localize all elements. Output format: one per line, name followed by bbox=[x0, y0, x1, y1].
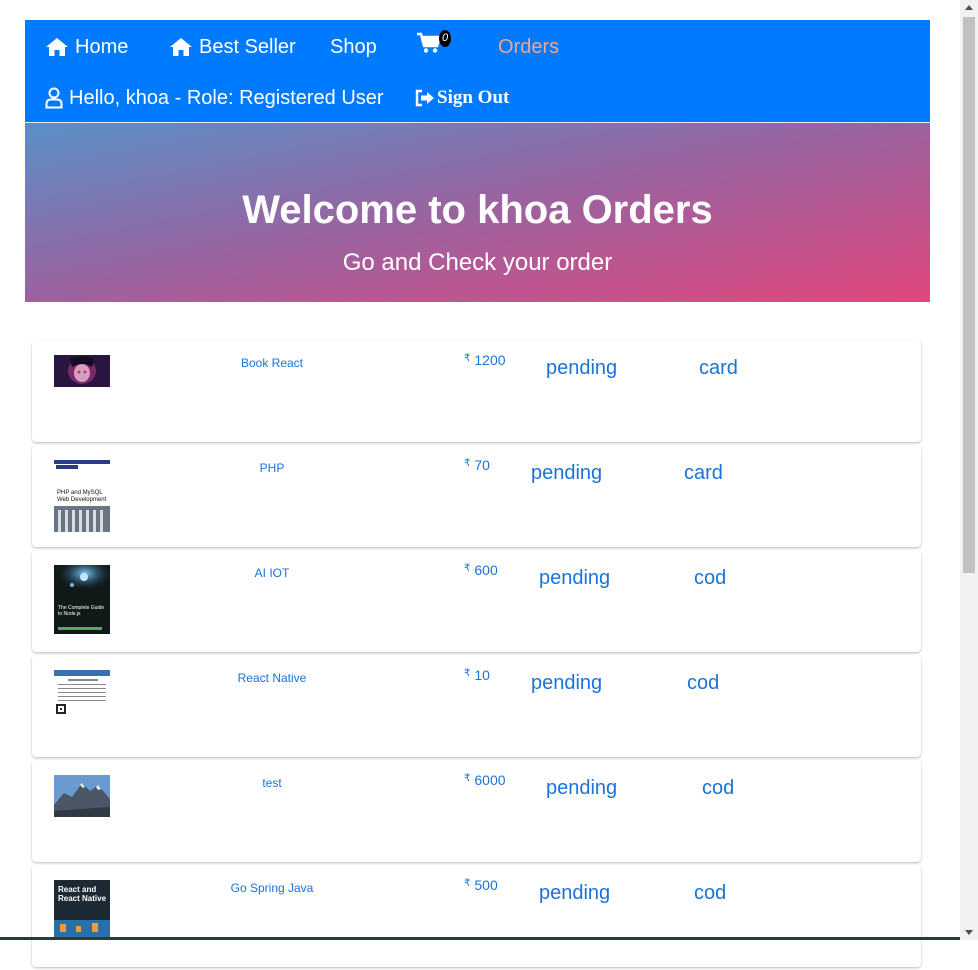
order-card: React Native ₹10 pending cod bbox=[32, 655, 921, 757]
svg-text:PHP and MySQL: PHP and MySQL bbox=[57, 490, 103, 496]
order-payment-method: cod bbox=[687, 672, 720, 694]
page: Home Best Seller Shop 0 Orders Hello, kh… bbox=[25, 20, 930, 302]
hero-subtitle: Go and Check your order bbox=[342, 249, 613, 276]
sign-out-label: Sign Out bbox=[437, 87, 510, 108]
order-status: pending bbox=[546, 357, 618, 379]
order-thumbnail bbox=[54, 775, 110, 817]
order-card: React and React Native Go Spring Java ₹50… bbox=[32, 865, 921, 967]
scrollbar-thumb[interactable] bbox=[963, 17, 975, 573]
nav-home-link[interactable]: Home bbox=[45, 33, 128, 61]
sign-out-icon bbox=[415, 89, 435, 107]
nav-best-seller-link[interactable]: Best Seller bbox=[169, 33, 296, 61]
user-icon bbox=[45, 87, 63, 109]
order-price: ₹1200 bbox=[464, 352, 506, 368]
order-title[interactable]: PHP bbox=[172, 461, 372, 475]
rupee-icon: ₹ bbox=[464, 458, 471, 469]
nav-orders-link[interactable]: Orders bbox=[498, 33, 559, 61]
vertical-scrollbar[interactable] bbox=[960, 0, 978, 940]
hero-banner: Welcome to khoa Orders Go and Check your… bbox=[25, 123, 930, 302]
user-greeting: Hello, khoa - Role: Registered User bbox=[45, 84, 384, 112]
home-icon bbox=[45, 37, 69, 57]
sign-out-link[interactable]: Sign Out bbox=[415, 84, 509, 112]
order-payment-method: cod bbox=[694, 882, 727, 904]
order-status: pending bbox=[546, 777, 618, 799]
order-title[interactable]: React Native bbox=[172, 671, 372, 685]
order-title[interactable]: Go Spring Java bbox=[172, 881, 372, 895]
order-thumbnail: React and React Native bbox=[54, 880, 110, 940]
rupee-icon: ₹ bbox=[464, 353, 471, 364]
order-title[interactable]: test bbox=[172, 776, 372, 790]
order-thumbnail bbox=[54, 670, 110, 717]
nav-cart-link[interactable]: 0 bbox=[417, 30, 451, 54]
order-status: pending bbox=[531, 462, 603, 484]
order-payment-method: card bbox=[684, 462, 723, 484]
order-card: The Complete Guide to Node.js AI IOT ₹600… bbox=[32, 550, 921, 652]
rupee-icon: ₹ bbox=[464, 563, 471, 574]
order-title[interactable]: Book React bbox=[172, 356, 372, 370]
order-thumbnail bbox=[54, 355, 110, 387]
order-price: ₹500 bbox=[464, 877, 498, 893]
scroll-up-icon[interactable] bbox=[965, 5, 973, 10]
order-status: pending bbox=[531, 672, 603, 694]
svg-text:Web Development: Web Development bbox=[57, 497, 107, 503]
order-card: PHP and MySQL Web Development PHP ₹70 pen… bbox=[32, 445, 921, 547]
nav-shop-label: Shop bbox=[330, 36, 377, 58]
scroll-down-icon[interactable] bbox=[965, 930, 973, 935]
user-greeting-text: Hello, khoa - Role: Registered User bbox=[69, 87, 384, 109]
orders-list: Book React ₹1200 pending card PHP and My… bbox=[32, 340, 921, 970]
order-price: ₹70 bbox=[464, 457, 490, 473]
order-price: ₹6000 bbox=[464, 772, 506, 788]
hero-title: Welcome to khoa Orders bbox=[242, 188, 713, 232]
cart-icon: 0 bbox=[417, 30, 451, 54]
rupee-icon: ₹ bbox=[464, 668, 471, 679]
navbar: Home Best Seller Shop 0 Orders Hello, kh… bbox=[25, 20, 930, 123]
order-price: ₹600 bbox=[464, 562, 498, 578]
nav-home-label: Home bbox=[75, 36, 129, 58]
nav-orders-label: Orders bbox=[498, 36, 560, 58]
order-card: test ₹6000 pending cod bbox=[32, 760, 921, 862]
order-payment-method: cod bbox=[694, 567, 727, 589]
rupee-icon: ₹ bbox=[464, 878, 471, 889]
order-status: pending bbox=[539, 567, 611, 589]
order-card: Book React ₹1200 pending card bbox=[32, 340, 921, 442]
svg-text:React Native: React Native bbox=[58, 894, 107, 903]
order-payment-method: card bbox=[699, 357, 738, 379]
order-status: pending bbox=[539, 882, 611, 904]
order-payment-method: cod bbox=[702, 777, 735, 799]
rupee-icon: ₹ bbox=[464, 773, 471, 784]
order-thumbnail: PHP and MySQL Web Development bbox=[54, 460, 110, 532]
svg-text:to Node.js: to Node.js bbox=[58, 611, 81, 617]
nav-best-seller-label: Best Seller bbox=[199, 36, 296, 58]
order-title[interactable]: AI IOT bbox=[172, 566, 372, 580]
home-icon bbox=[169, 37, 193, 57]
order-thumbnail: The Complete Guide to Node.js bbox=[54, 565, 110, 634]
cart-count-badge: 0 bbox=[439, 30, 451, 47]
nav-shop-link[interactable]: Shop bbox=[330, 33, 377, 61]
order-price: ₹10 bbox=[464, 667, 490, 683]
svg-text:React and: React and bbox=[58, 885, 96, 894]
